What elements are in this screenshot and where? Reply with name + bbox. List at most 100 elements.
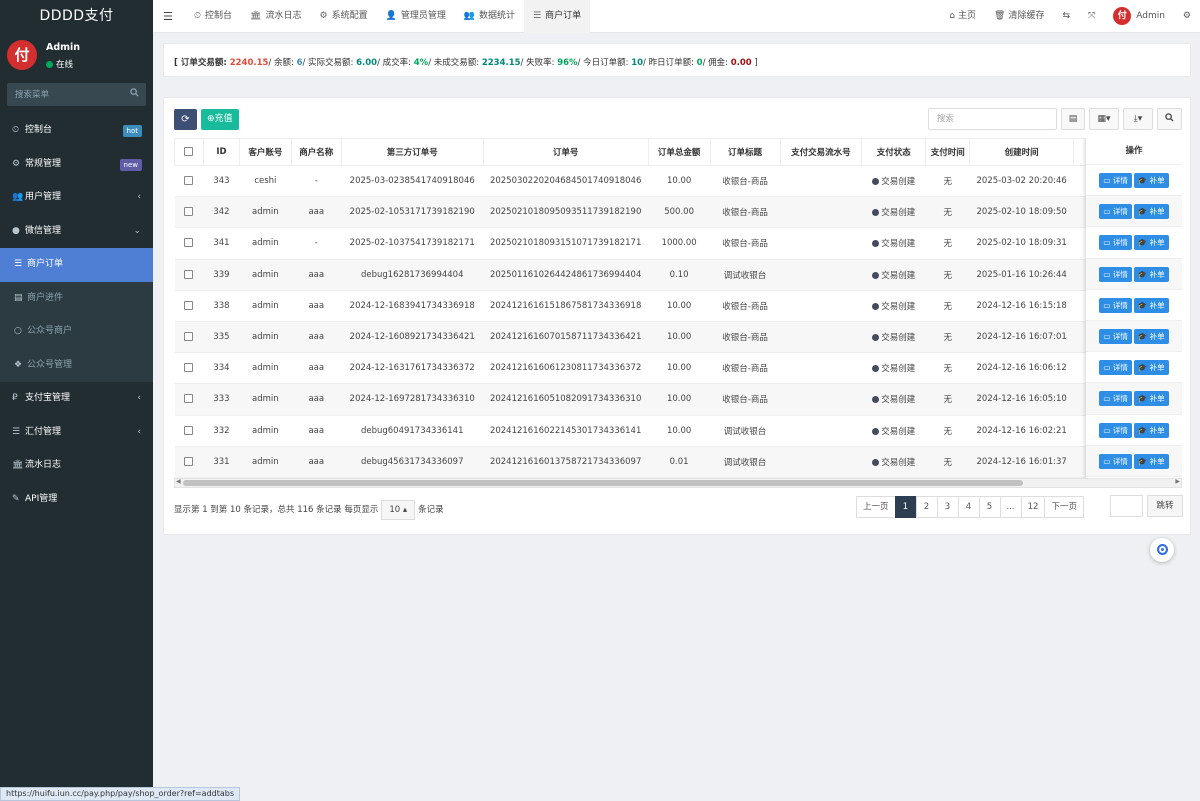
detail-button[interactable]: ▭ 详情: [1099, 204, 1132, 220]
column-header[interactable]: 第三方订单号: [340, 138, 484, 166]
language-button[interactable]: ⇆: [1053, 0, 1079, 33]
page-button[interactable]: 1: [894, 496, 917, 518]
sidebar-item-1[interactable]: ₽ 支付宝管理 ‹: [0, 382, 153, 416]
sidebar-item-2[interactable]: ▤ 商户进件: [0, 282, 153, 316]
sidebar-toggle-icon[interactable]: ☰: [163, 0, 173, 33]
supplement-button[interactable]: 🎓 补单: [1133, 391, 1169, 407]
sidebar-search-input[interactable]: [7, 83, 146, 106]
tab-6[interactable]: ☰ 商户订单: [524, 0, 591, 33]
detail-label: 详情: [1112, 363, 1128, 373]
row-checkbox[interactable]: [184, 238, 194, 248]
supplement-button[interactable]: 🎓 补单: [1133, 453, 1169, 469]
prev-page-button[interactable]: 上一页: [856, 496, 896, 518]
columns-button[interactable]: ▦▾: [1089, 108, 1119, 130]
tab-1[interactable]: ⏲ 控制台: [185, 0, 241, 33]
tab-3[interactable]: ⚙ 系统配置: [311, 0, 377, 33]
row-checkbox[interactable]: [184, 176, 194, 186]
refresh-button[interactable]: ⟳: [174, 109, 197, 130]
sidebar-item-3[interactable]: ○ 公众号商户: [0, 315, 153, 349]
row-checkbox[interactable]: [184, 456, 194, 466]
export-button[interactable]: ⤓▾: [1123, 108, 1153, 130]
brand-logo[interactable]: DDDD支付: [0, 0, 153, 33]
tab-4[interactable]: 👤 管理员管理: [377, 0, 455, 33]
detail-button[interactable]: ▭ 详情: [1099, 391, 1132, 407]
supplement-button[interactable]: 🎓 补单: [1133, 173, 1169, 188]
row-checkbox[interactable]: [184, 394, 194, 404]
horizontal-scrollbar[interactable]: ◀ ▶: [174, 478, 1182, 488]
next-page-button[interactable]: 下一页: [1044, 496, 1084, 518]
search-icon[interactable]: [130, 88, 139, 100]
supplement-button[interactable]: 🎓 补单: [1133, 328, 1169, 344]
page-button[interactable]: 3: [936, 496, 959, 518]
column-header[interactable]: 支付交易流水号: [779, 138, 863, 166]
detail-button[interactable]: ▭ 详情: [1099, 422, 1132, 438]
row-checkbox[interactable]: [184, 269, 194, 279]
supplement-button[interactable]: 🎓 补单: [1133, 297, 1169, 313]
status-text: 交易创建: [881, 270, 916, 281]
column-header[interactable]: 订单标题: [709, 138, 781, 166]
page-button[interactable]: 2: [915, 496, 938, 518]
row-checkbox[interactable]: [184, 332, 194, 342]
advanced-search-button[interactable]: [1157, 108, 1182, 130]
column-header[interactable]: 支付状态: [861, 138, 927, 166]
supplement-button[interactable]: 🎓 补单: [1133, 204, 1169, 220]
column-header[interactable]: 支付时间: [925, 138, 971, 166]
table-search-input[interactable]: [928, 108, 1057, 130]
page-button[interactable]: 5: [978, 496, 1001, 518]
detail-button[interactable]: ▭ 详情: [1099, 453, 1132, 469]
sidebar-item-4[interactable]: ✎ API管理: [0, 483, 153, 517]
column-header[interactable]: 客户账号: [238, 138, 292, 166]
row-checkbox[interactable]: [184, 363, 194, 373]
table-cell: 341: [203, 227, 240, 260]
sidebar-item-4[interactable]: ❖ 公众号管理: [0, 349, 153, 383]
scrollbar-thumb[interactable]: [183, 480, 1023, 486]
sidebar-item-2[interactable]: ⚙ 常规管理 new: [0, 148, 153, 182]
detail-button[interactable]: ▭ 详情: [1099, 173, 1132, 188]
jump-button[interactable]: 跳转: [1147, 495, 1183, 517]
row-checkbox[interactable]: [184, 300, 194, 310]
scroll-left-icon[interactable]: ◀: [176, 478, 181, 485]
sidebar-item-3[interactable]: 🏛 流水日志: [0, 449, 153, 483]
scroll-right-icon[interactable]: ▶: [1175, 478, 1180, 485]
toggle-view-button[interactable]: ▤: [1061, 108, 1085, 130]
page-button[interactable]: 12: [1020, 496, 1046, 518]
page-size-select[interactable]: 10 ▴: [381, 500, 416, 520]
table-cell: debug45631734336097: [341, 446, 484, 478]
sidebar-item-1[interactable]: ☰ 商户订单: [0, 248, 153, 282]
admin-menu[interactable]: 付 Admin: [1104, 0, 1174, 33]
fullscreen-button[interactable]: ⤧: [1079, 0, 1104, 33]
sidebar-item-4[interactable]: ● 微信管理 ⌄: [0, 215, 153, 249]
recharge-button[interactable]: ⊕充值: [201, 109, 239, 130]
supplement-button[interactable]: 🎓 补单: [1133, 266, 1169, 282]
sidebar-item-2[interactable]: ☰ 汇付管理 ‹: [0, 416, 153, 450]
jump-page-input[interactable]: [1110, 495, 1143, 517]
detail-button[interactable]: ▭ 详情: [1099, 328, 1132, 344]
tab-5[interactable]: 👥 数据统计: [455, 0, 524, 33]
supplement-button[interactable]: 🎓 补单: [1133, 235, 1169, 251]
column-header[interactable]: 订单号: [482, 138, 649, 166]
float-help-button[interactable]: [1150, 538, 1174, 562]
detail-button[interactable]: ▭ 详情: [1099, 235, 1132, 251]
page-button[interactable]: ...: [999, 496, 1022, 518]
select-all-checkbox[interactable]: [184, 147, 194, 156]
row-checkbox[interactable]: [184, 207, 194, 217]
detail-button[interactable]: ▭ 详情: [1099, 266, 1132, 282]
page-button[interactable]: 4: [957, 496, 980, 518]
supplement-button[interactable]: 🎓 补单: [1133, 422, 1169, 438]
supplement-button[interactable]: 🎓 补单: [1133, 360, 1169, 376]
settings-button[interactable]: ⚙: [1174, 0, 1200, 33]
sidebar-item-1[interactable]: ⏲ 控制台 hot: [0, 114, 153, 148]
row-select-cell: [174, 321, 204, 354]
column-header[interactable]: 商户名称: [290, 138, 342, 166]
detail-button[interactable]: ▭ 详情: [1099, 297, 1132, 313]
clear-cache-link[interactable]: 🗑 清除缓存: [985, 0, 1053, 33]
tab-2[interactable]: 🏛 流水日志: [241, 0, 310, 33]
sidebar-item-3[interactable]: 👥 用户管理 ‹: [0, 181, 153, 215]
column-header[interactable]: 创建时间: [969, 138, 1075, 166]
detail-button[interactable]: ▭ 详情: [1099, 360, 1132, 376]
home-link[interactable]: ⌂ 主页: [940, 0, 985, 33]
column-header[interactable]: ID: [202, 138, 240, 166]
column-header[interactable]: 订单总金额: [647, 138, 711, 166]
row-checkbox[interactable]: [184, 425, 194, 435]
nav-right: ⌂ 主页 🗑 清除缓存 ⇆ ⤧ 付 Admin ⚙: [940, 0, 1200, 33]
